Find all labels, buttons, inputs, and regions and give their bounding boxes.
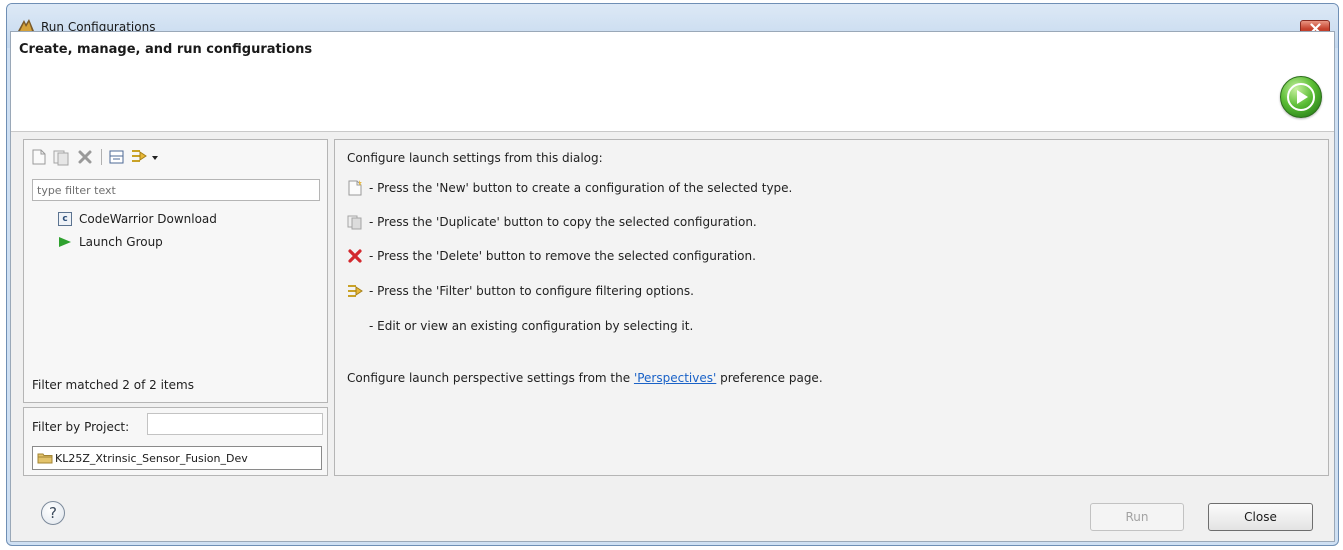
configuration-tree-panel: c CodeWarrior Download Launch Group Filt… (23, 139, 328, 403)
app-icon (18, 19, 34, 31)
run-icon (1280, 76, 1322, 118)
perspectives-text-before: Configure launch perspective settings fr… (347, 371, 634, 385)
new-config-icon[interactable] (30, 148, 48, 166)
folder-icon (37, 453, 53, 463)
perspectives-text-after: preference page. (716, 371, 823, 385)
left-panel: c CodeWarrior Download Launch Group Filt… (23, 139, 328, 476)
tree-toolbar (30, 146, 230, 168)
filter-by-project-label: Filter by Project: (32, 420, 130, 434)
codewarrior-icon: c (58, 212, 72, 226)
right-panel: Configure launch settings from this dial… (334, 139, 1329, 476)
filter-icon (348, 285, 363, 297)
filter-icon[interactable] (130, 148, 148, 166)
help-line-text: - Press the 'Filter' button to configure… (369, 284, 694, 298)
tree-item-label: Launch Group (79, 235, 163, 249)
help-line-duplicate: - Press the 'Duplicate' button to copy t… (347, 212, 757, 232)
project-selector[interactable]: KL25Z_Xtrinsic_Sensor_Fusion_Dev (32, 446, 322, 470)
help-line-text: - Press the 'Delete' button to remove th… (369, 249, 756, 263)
run-configurations-dialog: Run Configurations Create, manage, and r… (6, 3, 1339, 546)
help-line-filter: - Press the 'Filter' button to configure… (347, 281, 694, 301)
launch-group-icon (59, 237, 71, 247)
dialog-header: Create, manage, and run configurations (11, 32, 1334, 132)
dropdown-arrow-icon[interactable] (150, 148, 160, 166)
help-line-text: - Press the 'New' button to create a con… (369, 181, 793, 195)
filter-text-input[interactable] (32, 179, 320, 201)
help-line-edit: - Edit or view an existing configuration… (369, 316, 693, 336)
help-line-text: - Edit or view an existing configuration… (369, 319, 694, 333)
help-line-new: - Press the 'New' button to create a con… (347, 178, 792, 198)
help-button[interactable]: ? (41, 501, 65, 525)
duplicate-icon (347, 215, 362, 230)
new-config-icon (348, 180, 362, 196)
toolbar-separator (101, 149, 102, 165)
header-title: Create, manage, and run configurations (19, 42, 313, 57)
tree-item-label: CodeWarrior Download (79, 212, 217, 226)
close-button[interactable]: Close (1208, 503, 1313, 531)
perspectives-link[interactable]: 'Perspectives' (634, 371, 716, 385)
delete-icon (348, 249, 362, 263)
tree-item-codewarrior-download[interactable]: c CodeWarrior Download (58, 210, 217, 228)
perspectives-text: Configure launch perspective settings fr… (347, 371, 823, 385)
intro-text: Configure launch settings from this dial… (347, 151, 603, 165)
help-line-text: - Press the 'Duplicate' button to copy t… (369, 215, 757, 229)
filter-status-text: Filter matched 2 of 2 items (32, 378, 194, 392)
delete-icon[interactable] (76, 148, 94, 166)
filter-by-project-field[interactable] (147, 413, 323, 435)
dialog-content: Create, manage, and run configurations t… (10, 31, 1335, 542)
project-selector-value: KL25Z_Xtrinsic_Sensor_Fusion_Dev (55, 451, 248, 465)
run-button[interactable]: Run (1090, 503, 1184, 531)
help-line-delete: - Press the 'Delete' button to remove th… (347, 246, 756, 266)
filter-by-project-panel: Filter by Project: KL25Z_Xtrinsic_Sensor… (23, 407, 328, 476)
tree-item-launch-group[interactable]: Launch Group (58, 233, 163, 251)
collapse-all-icon[interactable] (108, 148, 126, 166)
duplicate-icon[interactable] (52, 148, 70, 166)
